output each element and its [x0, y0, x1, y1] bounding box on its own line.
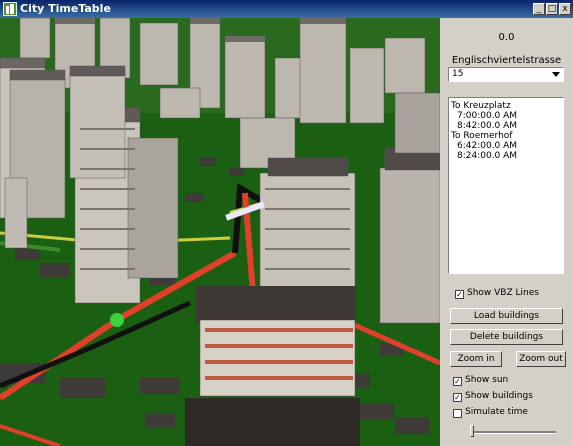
window-title: City TimeTable — [20, 2, 111, 15]
control-panel: 0.0 Englischviertelstrasse 15 To Kreuzpl… — [440, 18, 573, 446]
chevron-down-icon — [552, 72, 560, 77]
list-item[interactable]: 6:42:00.0 AM — [457, 141, 517, 151]
app-icon — [3, 2, 17, 16]
show-vbz-lines-checkbox[interactable]: ✓ — [455, 290, 464, 299]
delete-buildings-button[interactable]: Delete buildings — [450, 329, 563, 345]
simulate-time-label: Simulate time — [465, 407, 528, 417]
load-buildings-button[interactable]: Load buildings — [450, 308, 563, 324]
tram-stop-marker[interactable] — [110, 313, 124, 327]
show-buildings-label: Show buildings — [465, 391, 533, 401]
list-item[interactable]: 8:24:00.0 AM — [457, 151, 517, 161]
coordinate-readout: 0.0 — [498, 32, 515, 43]
simulate-time-checkbox[interactable] — [453, 409, 462, 418]
list-item[interactable]: To Roemerhof — [451, 131, 512, 141]
street-name: Englischviertelstrasse — [451, 55, 562, 66]
city-scene — [0, 18, 440, 446]
timetable-list[interactable]: To Kreuzplatz 7:00:00.0 AM 8:42:00.0 AM … — [448, 97, 564, 274]
zoom-in-button[interactable]: Zoom in — [450, 351, 502, 367]
list-item[interactable]: To Kreuzplatz — [451, 101, 511, 111]
time-slider-thumb[interactable] — [470, 425, 474, 437]
app-window: City TimeTable _ □ x 0.0 Englischviertel… — [0, 0, 573, 446]
list-item[interactable]: 7:00:00.0 AM — [457, 111, 517, 121]
maximize-button[interactable]: □ — [546, 3, 558, 15]
line-select[interactable]: 15 — [448, 67, 564, 82]
zoom-out-button[interactable]: Zoom out — [516, 351, 566, 367]
title-bar[interactable]: City TimeTable _ □ x — [0, 0, 573, 18]
line-select-value: 15 — [452, 69, 464, 79]
minimize-button[interactable]: _ — [533, 3, 545, 15]
time-slider-track[interactable] — [474, 431, 556, 434]
close-button[interactable]: x — [559, 3, 571, 15]
show-vbz-lines-label: Show VBZ Lines — [467, 288, 539, 298]
show-sun-label: Show sun — [465, 375, 509, 385]
city-3d-view[interactable] — [0, 18, 440, 446]
show-sun-checkbox[interactable]: ✓ — [453, 377, 462, 386]
list-item[interactable]: 8:42:00.0 AM — [457, 121, 517, 131]
show-buildings-checkbox[interactable]: ✓ — [453, 393, 462, 402]
